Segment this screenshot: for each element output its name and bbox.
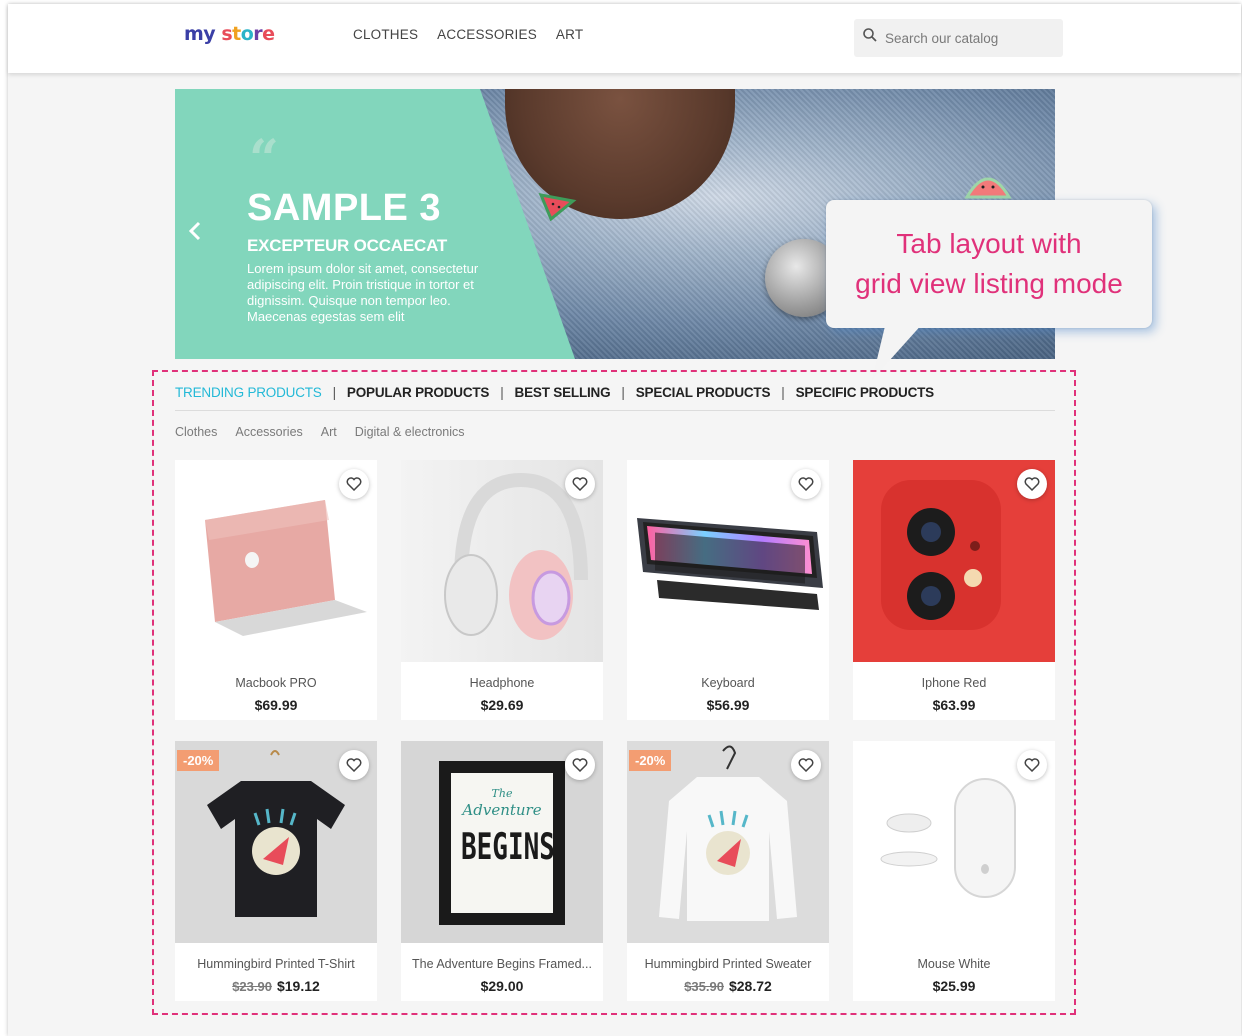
old-price: $35.90: [684, 979, 724, 994]
search-input[interactable]: Search our catalog: [854, 19, 1063, 57]
search-placeholder: Search our catalog: [885, 31, 999, 46]
slide-text: Lorem ipsum dolor sit amet, consectetur …: [247, 261, 479, 324]
product-card[interactable]: Keyboard $56.99: [627, 460, 829, 720]
product-price: $25.99: [932, 978, 976, 994]
nav-item-clothes[interactable]: CLOTHES: [353, 27, 418, 42]
sale-price: $28.72: [728, 978, 772, 994]
discount-badge: -20%: [629, 750, 672, 771]
tab-specific-products[interactable]: SPECIFIC PRODUCTS: [796, 385, 935, 400]
category-digital-electronics[interactable]: Digital & electronics: [355, 425, 465, 439]
slide-subtitle: EXCEPTEUR OCCAECAT: [247, 236, 448, 255]
product-price: $23.90 $19.12: [175, 978, 377, 994]
main-nav: CLOTHES ACCESSORIES ART: [353, 27, 583, 42]
product-price: $69.99: [254, 697, 298, 713]
tab-best-selling[interactable]: BEST SELLING: [515, 385, 611, 400]
tab-special-products[interactable]: SPECIAL PRODUCTS: [636, 385, 771, 400]
product-name[interactable]: Hummingbird Printed Sweater: [627, 957, 829, 971]
product-tabs: TRENDING PRODUCTS | POPULAR PRODUCTS | BES…: [175, 385, 934, 400]
category-filter: Clothes Accessories Art Digital & electr…: [175, 425, 465, 439]
wishlist-heart-icon[interactable]: [1017, 750, 1047, 780]
callout-line-2: grid view listing mode: [855, 268, 1123, 299]
category-accessories[interactable]: Accessories: [235, 425, 302, 439]
product-price: $63.99: [932, 697, 976, 713]
callout-line-1: Tab layout with: [896, 228, 1082, 259]
wishlist-heart-icon[interactable]: [565, 750, 595, 780]
logo-letter: r: [253, 23, 263, 45]
wishlist-heart-icon[interactable]: [1017, 469, 1047, 499]
product-price: $29.69: [480, 697, 524, 713]
search-icon: [863, 28, 877, 42]
nav-item-art[interactable]: ART: [556, 27, 583, 42]
product-name[interactable]: Hummingbird Printed T-Shirt: [175, 957, 377, 971]
wishlist-heart-icon[interactable]: [791, 750, 821, 780]
category-clothes[interactable]: Clothes: [175, 425, 217, 439]
product-name[interactable]: Keyboard: [627, 676, 829, 690]
product-card[interactable]: The Adventure BEGINS The Adventure Begin…: [401, 741, 603, 1001]
product-card[interactable]: Macbook PRO $69.99: [175, 460, 377, 720]
sale-price: $19.12: [276, 978, 320, 994]
product-name[interactable]: Mouse White: [853, 957, 1055, 971]
wishlist-heart-icon[interactable]: [791, 469, 821, 499]
product-price: $29.00: [480, 978, 524, 994]
old-price: $23.90: [232, 979, 272, 994]
product-price: $56.99: [706, 697, 750, 713]
product-card[interactable]: Mouse White $25.99: [853, 741, 1055, 1001]
wishlist-heart-icon[interactable]: [339, 469, 369, 499]
wishlist-heart-icon[interactable]: [339, 750, 369, 780]
product-card[interactable]: -20% Hummingbird Printed Sweater $35.90 $…: [627, 741, 829, 1001]
logo-letter: t: [232, 23, 241, 45]
tab-popular-products[interactable]: POPULAR PRODUCTS: [347, 385, 490, 400]
wishlist-heart-icon[interactable]: [565, 469, 595, 499]
store-logo[interactable]: my store: [184, 23, 275, 45]
product-card[interactable]: Headphone $29.69: [401, 460, 603, 720]
poster-text-adventure: Adventure: [462, 801, 542, 819]
quote-icon: “: [249, 129, 279, 190]
annotation-callout: Tab layout with grid view listing mode: [826, 200, 1152, 328]
chevron-left-icon[interactable]: [187, 219, 203, 243]
nav-item-accessories[interactable]: ACCESSORIES: [437, 27, 537, 42]
product-card[interactable]: Iphone Red $63.99: [853, 460, 1055, 720]
product-name[interactable]: Iphone Red: [853, 676, 1055, 690]
slide-title: SAMPLE 3: [247, 187, 442, 229]
poster-text-the: The: [491, 787, 513, 800]
tab-divider: [175, 410, 1055, 411]
category-art[interactable]: Art: [321, 425, 337, 439]
logo-part-my: my: [184, 23, 216, 45]
product-name[interactable]: Macbook PRO: [175, 676, 377, 690]
tab-trending-products[interactable]: TRENDING PRODUCTS: [175, 385, 322, 400]
logo-letter: o: [240, 23, 254, 45]
header: my store CLOTHES ACCESSORIES ART Search …: [8, 4, 1241, 73]
product-price: $35.90 $28.72: [627, 978, 829, 994]
poster-text-begins: BEGINS: [461, 827, 555, 869]
product-name[interactable]: The Adventure Begins Framed...: [401, 957, 603, 971]
logo-letter: s: [221, 23, 233, 45]
logo-letter: e: [262, 23, 275, 45]
discount-badge: -20%: [177, 750, 220, 771]
product-card[interactable]: -20% Hummingbird Printed T-Shirt $23.90 $…: [175, 741, 377, 1001]
product-name[interactable]: Headphone: [401, 676, 603, 690]
